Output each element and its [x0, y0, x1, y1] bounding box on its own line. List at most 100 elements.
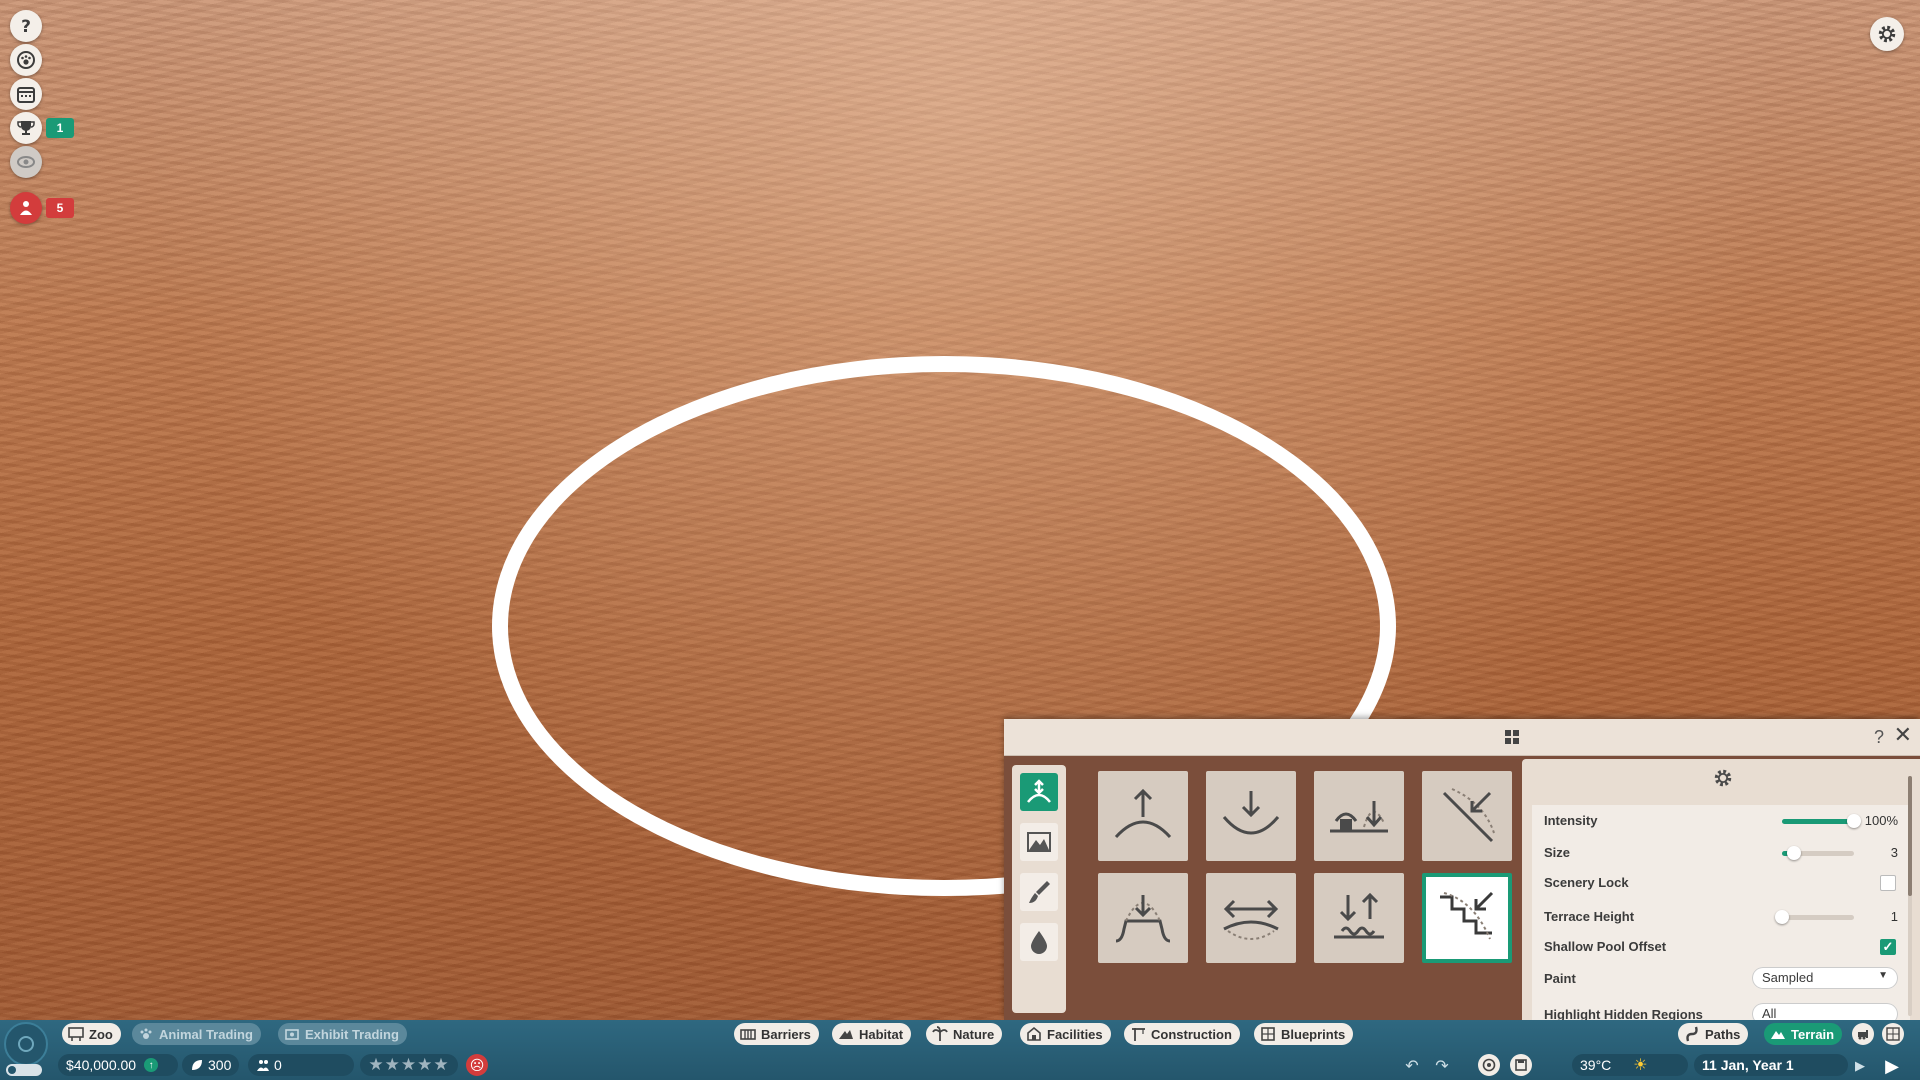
- gear-icon: [1878, 25, 1896, 43]
- tool-terrace-button[interactable]: [1422, 873, 1512, 963]
- grid-icon[interactable]: [1504, 729, 1520, 745]
- save-button[interactable]: [1510, 1054, 1532, 1076]
- panel-close-icon[interactable]: ✕: [1894, 724, 1912, 746]
- paint-dropdown-value: Sampled: [1762, 970, 1814, 985]
- shallow-pool-offset-checkbox[interactable]: ✓: [1880, 939, 1896, 955]
- mode-paint-button[interactable]: [1020, 873, 1058, 911]
- paint-label: Paint: [1544, 971, 1576, 986]
- terrain-mode-strip: [1012, 765, 1066, 1013]
- tab-terrain[interactable]: Terrain: [1764, 1023, 1843, 1045]
- size-slider-knob[interactable]: [1787, 846, 1802, 860]
- trophy-icon: [17, 121, 35, 135]
- zoo-rating-stars[interactable]: ★★★★★: [360, 1054, 458, 1076]
- mode-sculpt-button[interactable]: [1020, 773, 1058, 811]
- tool-roughen-button[interactable]: [1314, 873, 1404, 963]
- highlight-hidden-dropdown[interactable]: All: [1752, 1003, 1898, 1020]
- paint-dropdown[interactable]: Sampled ▼: [1752, 967, 1898, 989]
- terrace-height-label: Terrace Height: [1544, 909, 1635, 924]
- animals-button[interactable]: [10, 44, 42, 76]
- conservation-credits-display[interactable]: 300: [182, 1054, 240, 1076]
- date-value: 11 Jan, Year 1: [1702, 1057, 1794, 1073]
- redo-icon[interactable]: ↷: [1432, 1056, 1452, 1076]
- mode-water-button[interactable]: [1020, 923, 1058, 961]
- tool-raise-button[interactable]: [1098, 771, 1188, 861]
- guest-mood-sad-icon[interactable]: ☹: [466, 1054, 488, 1076]
- panel-header: ? ✕: [1004, 719, 1920, 756]
- calendar-icon: [17, 87, 35, 103]
- tab-paths[interactable]: Paths: [1678, 1023, 1749, 1045]
- tab-barriers-label: Barriers: [761, 1026, 811, 1042]
- tool-lower-button[interactable]: [1206, 771, 1296, 861]
- grid-toggle-icon: [1886, 1027, 1900, 1041]
- intensity-slider-fill: [1782, 819, 1854, 824]
- size-slider[interactable]: [1782, 846, 1854, 860]
- panel-help-icon[interactable]: ?: [1874, 727, 1884, 748]
- play-speed-icon[interactable]: ▶: [1850, 1056, 1870, 1076]
- help-button[interactable]: ?: [10, 10, 42, 42]
- terrain-panel: ? ✕ Intensity 100% Size 3 Scenery Lock T…: [1004, 719, 1920, 1020]
- facility-icon: [1027, 1026, 1041, 1041]
- mountains-icon: [1027, 832, 1051, 852]
- tab-facilities[interactable]: Facilities: [1020, 1023, 1111, 1045]
- tab-barriers[interactable]: Barriers: [734, 1023, 819, 1045]
- weather-display: 39°C ☀: [1572, 1054, 1688, 1076]
- view-toggle[interactable]: [6, 1064, 42, 1076]
- intensity-label: Intensity: [1544, 813, 1598, 828]
- money-value: $40,000.00: [66, 1057, 137, 1073]
- tool-flatten-button[interactable]: [1098, 873, 1188, 963]
- money-display[interactable]: $40,000.00 ↑: [58, 1054, 178, 1076]
- terrace-icon: [1440, 891, 1494, 940]
- highlight-hidden-row: Highlight Hidden Regions All: [1544, 1003, 1898, 1020]
- date-display: 11 Jan, Year 1: [1694, 1054, 1848, 1076]
- scenery-lock-checkbox[interactable]: [1880, 875, 1896, 891]
- tool-flatten-under-scenery-button[interactable]: [1314, 771, 1404, 861]
- settings-scrollbar-thumb[interactable]: [1908, 776, 1912, 896]
- tab-zoo-label: Zoo: [89, 1026, 113, 1042]
- mode-heightmap-button[interactable]: [1020, 823, 1058, 861]
- tab-habitat[interactable]: Habitat: [832, 1023, 912, 1045]
- fence-icon: [740, 1029, 756, 1040]
- guest-count-display[interactable]: 0: [248, 1054, 354, 1076]
- guests-alert-button[interactable]: [10, 192, 42, 224]
- tab-facilities-label: Facilities: [1047, 1026, 1103, 1042]
- tool-smooth-button[interactable]: [1206, 873, 1296, 963]
- grid-toggle-button[interactable]: [1882, 1023, 1904, 1045]
- visibility-button[interactable]: [10, 146, 42, 178]
- challenges-button[interactable]: [10, 112, 42, 144]
- tab-nature[interactable]: Nature: [926, 1023, 1003, 1045]
- highlight-hidden-label: Highlight Hidden Regions: [1544, 1007, 1703, 1020]
- help-icon: ?: [21, 17, 31, 36]
- shallow-pool-offset-row: Shallow Pool Offset ✓: [1544, 935, 1898, 959]
- path-icon: [1686, 1026, 1698, 1042]
- sculpt-tool-grid: [1088, 771, 1512, 981]
- settings-gear-icon: [1714, 769, 1732, 787]
- photo-mode-button[interactable]: [1478, 1054, 1500, 1076]
- tab-zoo[interactable]: Zoo: [62, 1023, 121, 1045]
- tab-blueprints[interactable]: Blueprints: [1254, 1023, 1354, 1045]
- calendar-button[interactable]: [10, 78, 42, 110]
- tab-habitat-label: Habitat: [859, 1026, 904, 1042]
- game-settings-button[interactable]: [1870, 17, 1904, 51]
- terrace-height-slider-knob[interactable]: [1775, 910, 1789, 924]
- fast-forward-icon[interactable]: ▶: [1882, 1056, 1902, 1076]
- eye-icon: [17, 156, 35, 168]
- paw-icon: [140, 1028, 152, 1039]
- intensity-slider-knob[interactable]: [1847, 814, 1861, 828]
- shallow-pool-offset-label: Shallow Pool Offset: [1544, 939, 1667, 954]
- scenery-lock-row: Scenery Lock: [1544, 871, 1898, 895]
- terrace-height-slider[interactable]: [1775, 910, 1854, 924]
- intensity-slider[interactable]: [1782, 814, 1861, 828]
- tool-slope-button[interactable]: [1422, 771, 1512, 861]
- tool-settings-pane: Intensity 100% Size 3 Scenery Lock Terra…: [1522, 759, 1920, 1020]
- guests-icon: [257, 1060, 269, 1071]
- conservation-credits-value: 300: [208, 1057, 232, 1073]
- bulldoze-button[interactable]: [1852, 1023, 1874, 1045]
- tab-exhibit-trading[interactable]: Exhibit Trading: [278, 1023, 407, 1045]
- camera-mode-button[interactable]: [4, 1022, 48, 1066]
- water-drop-icon: [1031, 931, 1047, 954]
- undo-icon[interactable]: ↶: [1402, 1056, 1422, 1076]
- tab-animal-trading[interactable]: Animal Trading: [132, 1023, 261, 1045]
- tab-construction[interactable]: Construction: [1124, 1023, 1240, 1045]
- money-up-icon: ↑: [144, 1058, 159, 1072]
- lower-terrain-icon: [1222, 791, 1280, 835]
